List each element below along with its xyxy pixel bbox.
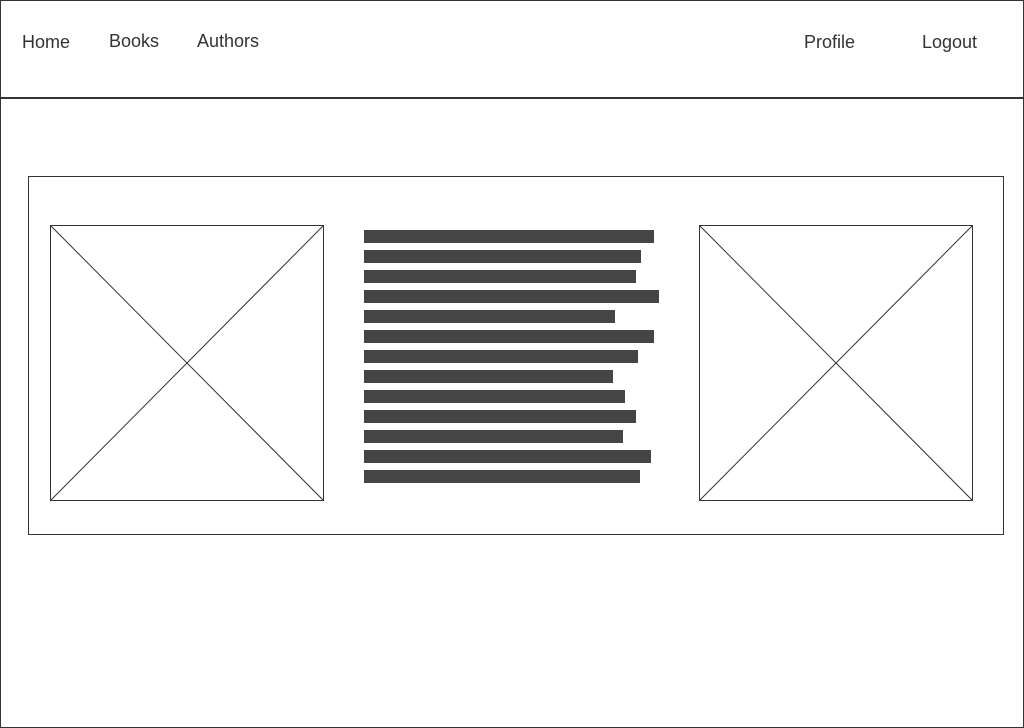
nav-home-link[interactable]: Home xyxy=(22,32,70,53)
image-placeholder-icon xyxy=(699,225,973,501)
text-placeholder-line xyxy=(364,350,638,363)
nav-authors-link[interactable]: Authors xyxy=(197,31,259,52)
nav-logout-link[interactable]: Logout xyxy=(922,32,977,53)
left-image-placeholder xyxy=(50,225,324,501)
text-placeholder-line xyxy=(364,270,636,283)
top-navigation-bar: Home Books Authors Profile Logout xyxy=(1,1,1023,99)
text-placeholder-line xyxy=(364,470,640,483)
text-placeholder-line xyxy=(364,410,636,423)
nav-profile-link[interactable]: Profile xyxy=(804,32,855,53)
image-placeholder-icon xyxy=(50,225,324,501)
text-placeholder-line xyxy=(364,390,625,403)
text-placeholder-block xyxy=(364,230,664,490)
text-placeholder-line xyxy=(364,250,641,263)
text-placeholder-line xyxy=(364,230,654,243)
nav-books-link[interactable]: Books xyxy=(109,31,159,52)
right-image-placeholder xyxy=(699,225,973,501)
text-placeholder-line xyxy=(364,310,615,323)
text-placeholder-line xyxy=(364,430,623,443)
text-placeholder-line xyxy=(364,330,654,343)
text-placeholder-line xyxy=(364,290,659,303)
text-placeholder-line xyxy=(364,450,651,463)
text-placeholder-line xyxy=(364,370,613,383)
